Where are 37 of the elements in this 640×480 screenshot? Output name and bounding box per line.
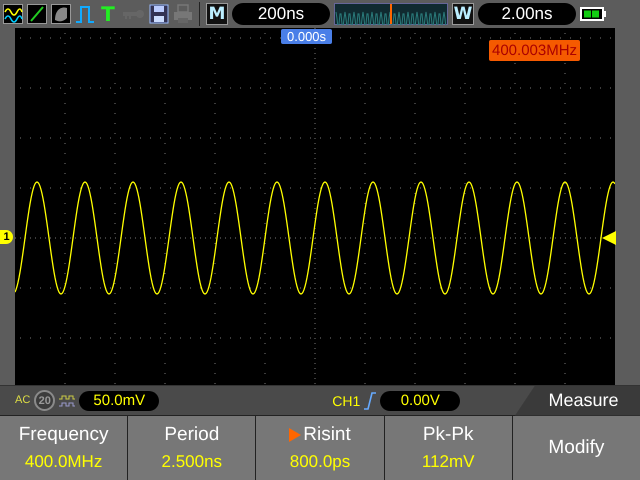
volts-div-readout: 50.0mV bbox=[79, 390, 160, 410]
save-icon[interactable] bbox=[149, 4, 169, 24]
menu-label: Modify bbox=[548, 437, 604, 459]
window-key[interactable]: W bbox=[452, 3, 474, 25]
frequency-counter: 400.003MHz bbox=[489, 40, 580, 61]
timebase-readout: 200ns bbox=[232, 3, 330, 25]
dual-wave-icon[interactable] bbox=[3, 4, 23, 24]
rising-edge-icon bbox=[364, 392, 376, 410]
coupling-indicator: AC bbox=[15, 395, 30, 406]
menu-value: 400.0MHz bbox=[24, 452, 102, 472]
menu-label: Period bbox=[164, 424, 220, 446]
trigger-level-readout: 0.00V bbox=[380, 390, 460, 410]
menu-button[interactable]: Modify bbox=[512, 415, 640, 480]
trigger-key[interactable]: T bbox=[99, 2, 117, 26]
main-key[interactable]: M bbox=[206, 3, 228, 25]
persistence-icon[interactable] bbox=[51, 4, 71, 24]
square-wave-icon bbox=[59, 394, 76, 406]
menu-button[interactable]: Frequency 400.0MHz bbox=[0, 415, 128, 480]
battery-icon bbox=[580, 7, 607, 21]
bandwidth-limit-indicator: 20 bbox=[34, 390, 56, 411]
trigger-level-marker[interactable] bbox=[602, 231, 616, 245]
diagonal-line-icon[interactable] bbox=[27, 4, 47, 24]
menu-value: 2.500ns bbox=[162, 452, 222, 472]
menu-button[interactable]: Risint 800.0ps bbox=[255, 415, 384, 480]
menu-label: Frequency bbox=[18, 424, 108, 446]
menu-label: Pk-Pk bbox=[422, 424, 474, 446]
menu-value: 112mV bbox=[422, 452, 475, 472]
trigger-source: CH1 bbox=[332, 392, 360, 408]
window-timebase-readout: 2.00ns bbox=[478, 3, 576, 25]
menu-title: Measure bbox=[515, 386, 640, 416]
menu-button[interactable]: Period 2.500ns bbox=[127, 415, 256, 480]
printer-icon bbox=[173, 4, 193, 24]
menu-label: Risint bbox=[303, 424, 351, 446]
channel-marker[interactable]: 1 bbox=[0, 230, 13, 244]
menu-button[interactable]: Pk-Pk 112mV bbox=[384, 415, 512, 480]
menu-value: 800.0ps bbox=[290, 452, 350, 472]
trigger-position-marker[interactable]: 0.000s bbox=[281, 29, 332, 44]
